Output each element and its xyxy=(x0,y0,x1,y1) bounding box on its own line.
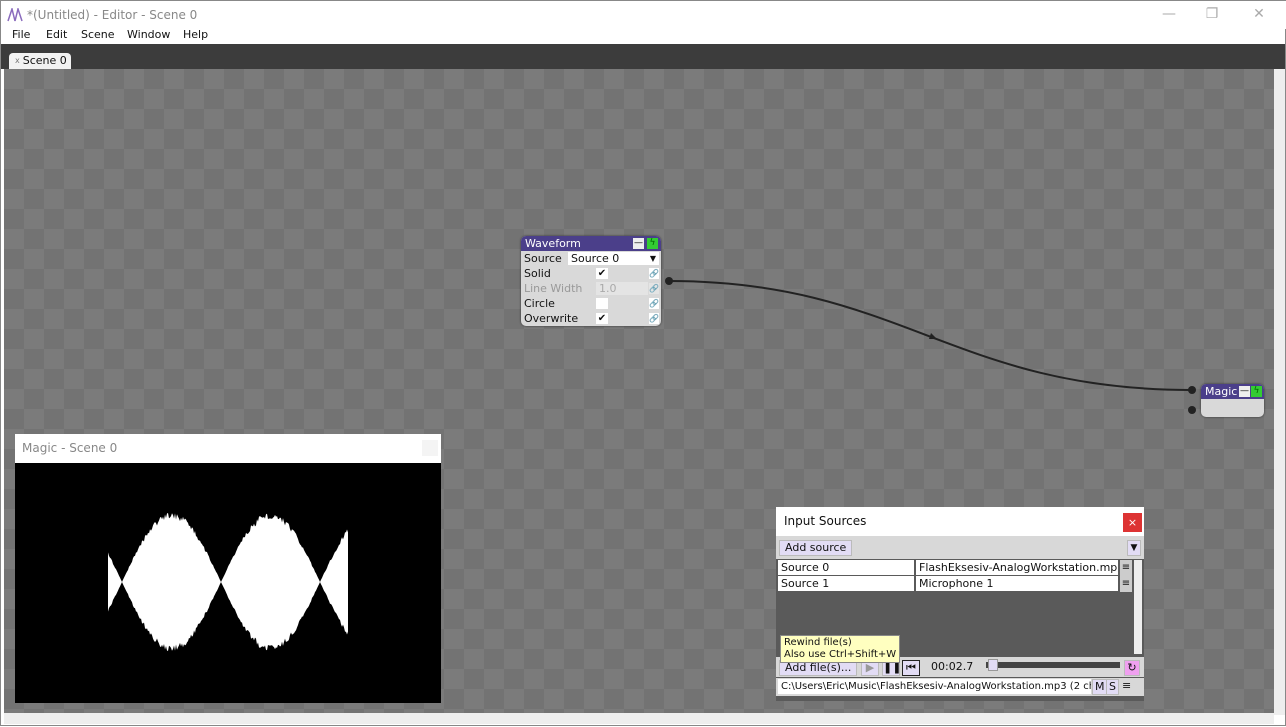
magic-node[interactable]: Magic — ϟ xyxy=(1201,384,1264,417)
link-icon[interactable]: 🔗 xyxy=(649,313,659,324)
preview-window: Magic - Scene 0 xyxy=(15,434,441,703)
file-row: C:\Users\Eric\Music\FlashEksesiv-AnalogW… xyxy=(776,678,1144,696)
solo-button[interactable]: S xyxy=(1106,679,1119,695)
input-port[interactable] xyxy=(1188,386,1196,394)
loop-icon[interactable]: ↻ xyxy=(1124,660,1140,676)
solid-label: Solid xyxy=(524,266,551,281)
editor-window: *(Untitled) - Editor - Scene 0 — ❐ ✕ Fil… xyxy=(0,0,1286,726)
rewind-button[interactable]: ⏮ xyxy=(902,660,920,676)
close-icon[interactable]: × xyxy=(1123,513,1142,532)
minimize-node-icon[interactable]: — xyxy=(1239,386,1250,397)
overwrite-checkbox[interactable]: ✔ xyxy=(596,313,608,324)
waveform-render xyxy=(15,463,441,703)
drag-handle-icon[interactable]: ≡ xyxy=(1122,679,1131,692)
file-path-field[interactable]: C:\Users\Eric\Music\FlashEksesiv-AnalogW… xyxy=(778,679,1091,694)
source-name-field[interactable]: Source 1 xyxy=(778,576,914,591)
link-icon[interactable]: 🔗 xyxy=(649,298,659,309)
tooltip-line: Rewind file(s) xyxy=(784,637,896,649)
source-input-value: Microphone 1 xyxy=(919,577,994,590)
tooltip-line: Also use Ctrl+Shift+W xyxy=(784,649,896,661)
waveform-node[interactable]: Waveform — ϟ Source Source 0 ▼ Solid ✔ 🔗 Li… xyxy=(521,236,661,326)
time-readout: 00:02.7 xyxy=(931,660,973,673)
minimize-node-icon[interactable]: — xyxy=(633,238,644,249)
add-source-button[interactable]: Add source xyxy=(779,540,852,556)
line-width-spinner[interactable]: 1.0 xyxy=(596,282,648,295)
solid-checkbox[interactable]: ✔ xyxy=(596,268,608,279)
sources-scrollbar[interactable] xyxy=(1134,560,1142,654)
node-title: Waveform xyxy=(525,237,581,250)
source-name-field[interactable]: Source 0 xyxy=(778,560,914,575)
source-input-value: FlashEksesiv-AnalogWorkstation.mp3 0 xyxy=(919,561,1118,574)
source-input-dropdown[interactable]: Microphone 1 xyxy=(916,576,1118,591)
input-sources-panel: Input Sources × Add source ▼ Source 0 Fla… xyxy=(776,507,1144,701)
source-label: Source xyxy=(524,251,562,266)
tooltip: Rewind file(s) Also use Ctrl+Shift+W xyxy=(780,635,900,663)
chevron-down-icon: ▼ xyxy=(650,252,656,265)
chevron-down-icon[interactable]: ▼ xyxy=(1127,540,1141,556)
close-icon[interactable] xyxy=(422,440,438,456)
seek-thumb[interactable] xyxy=(988,659,998,671)
link-icon[interactable]: 🔗 xyxy=(649,283,659,294)
circle-label: Circle xyxy=(524,296,555,311)
line-width-label: Line Width xyxy=(524,281,582,296)
circle-checkbox[interactable] xyxy=(596,298,608,309)
source-input-dropdown[interactable]: FlashEksesiv-AnalogWorkstation.mp3 0 xyxy=(916,560,1118,575)
overwrite-label: Overwrite xyxy=(524,311,578,326)
link-icon[interactable]: 🔗 xyxy=(649,268,659,279)
power-icon[interactable]: ϟ xyxy=(1251,386,1262,397)
seek-slider[interactable] xyxy=(986,662,1120,668)
drag-handle-icon[interactable]: ≡ ≡ xyxy=(1120,560,1132,592)
toolbar: Add source ▼ xyxy=(776,536,1144,559)
source-value: Source 0 xyxy=(571,252,619,265)
output-port[interactable] xyxy=(665,277,673,285)
power-icon[interactable]: ϟ xyxy=(647,238,658,249)
input-port[interactable] xyxy=(1188,406,1196,414)
panel-title: Input Sources xyxy=(784,514,866,528)
preview-title: Magic - Scene 0 xyxy=(22,441,117,455)
node-title: Magic xyxy=(1205,385,1237,398)
source-dropdown[interactable]: Source 0 ▼ xyxy=(568,252,659,265)
